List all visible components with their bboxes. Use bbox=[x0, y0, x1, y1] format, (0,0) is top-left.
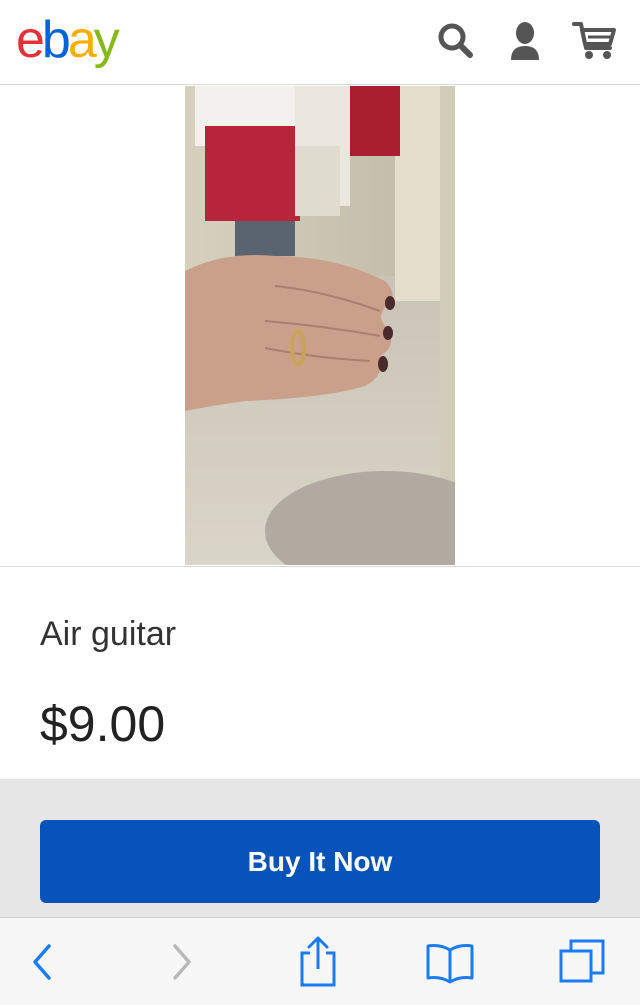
search-icon[interactable] bbox=[432, 18, 478, 64]
product-photo[interactable] bbox=[185, 86, 455, 565]
tabs-icon[interactable] bbox=[550, 918, 614, 1005]
item-price: $9.00 bbox=[40, 696, 166, 752]
app-header: ebay bbox=[0, 0, 640, 85]
divider bbox=[0, 566, 640, 567]
share-icon[interactable] bbox=[286, 918, 350, 1005]
logo-letter-a: a bbox=[67, 11, 97, 69]
item-title: Air guitar bbox=[40, 615, 177, 653]
logo-letter-e: e bbox=[16, 11, 45, 69]
bookmarks-icon[interactable] bbox=[418, 918, 482, 1005]
ebay-logo[interactable]: ebay bbox=[16, 10, 120, 70]
logo-letter-y: y bbox=[93, 11, 120, 69]
cart-icon[interactable] bbox=[572, 18, 618, 64]
user-icon[interactable] bbox=[502, 18, 548, 64]
browser-toolbar bbox=[0, 917, 640, 1005]
forward-icon[interactable] bbox=[150, 918, 214, 1005]
buy-it-now-button[interactable]: Buy It Now bbox=[40, 820, 600, 903]
back-icon[interactable] bbox=[10, 918, 74, 1005]
logo-letter-b: b bbox=[41, 11, 71, 69]
